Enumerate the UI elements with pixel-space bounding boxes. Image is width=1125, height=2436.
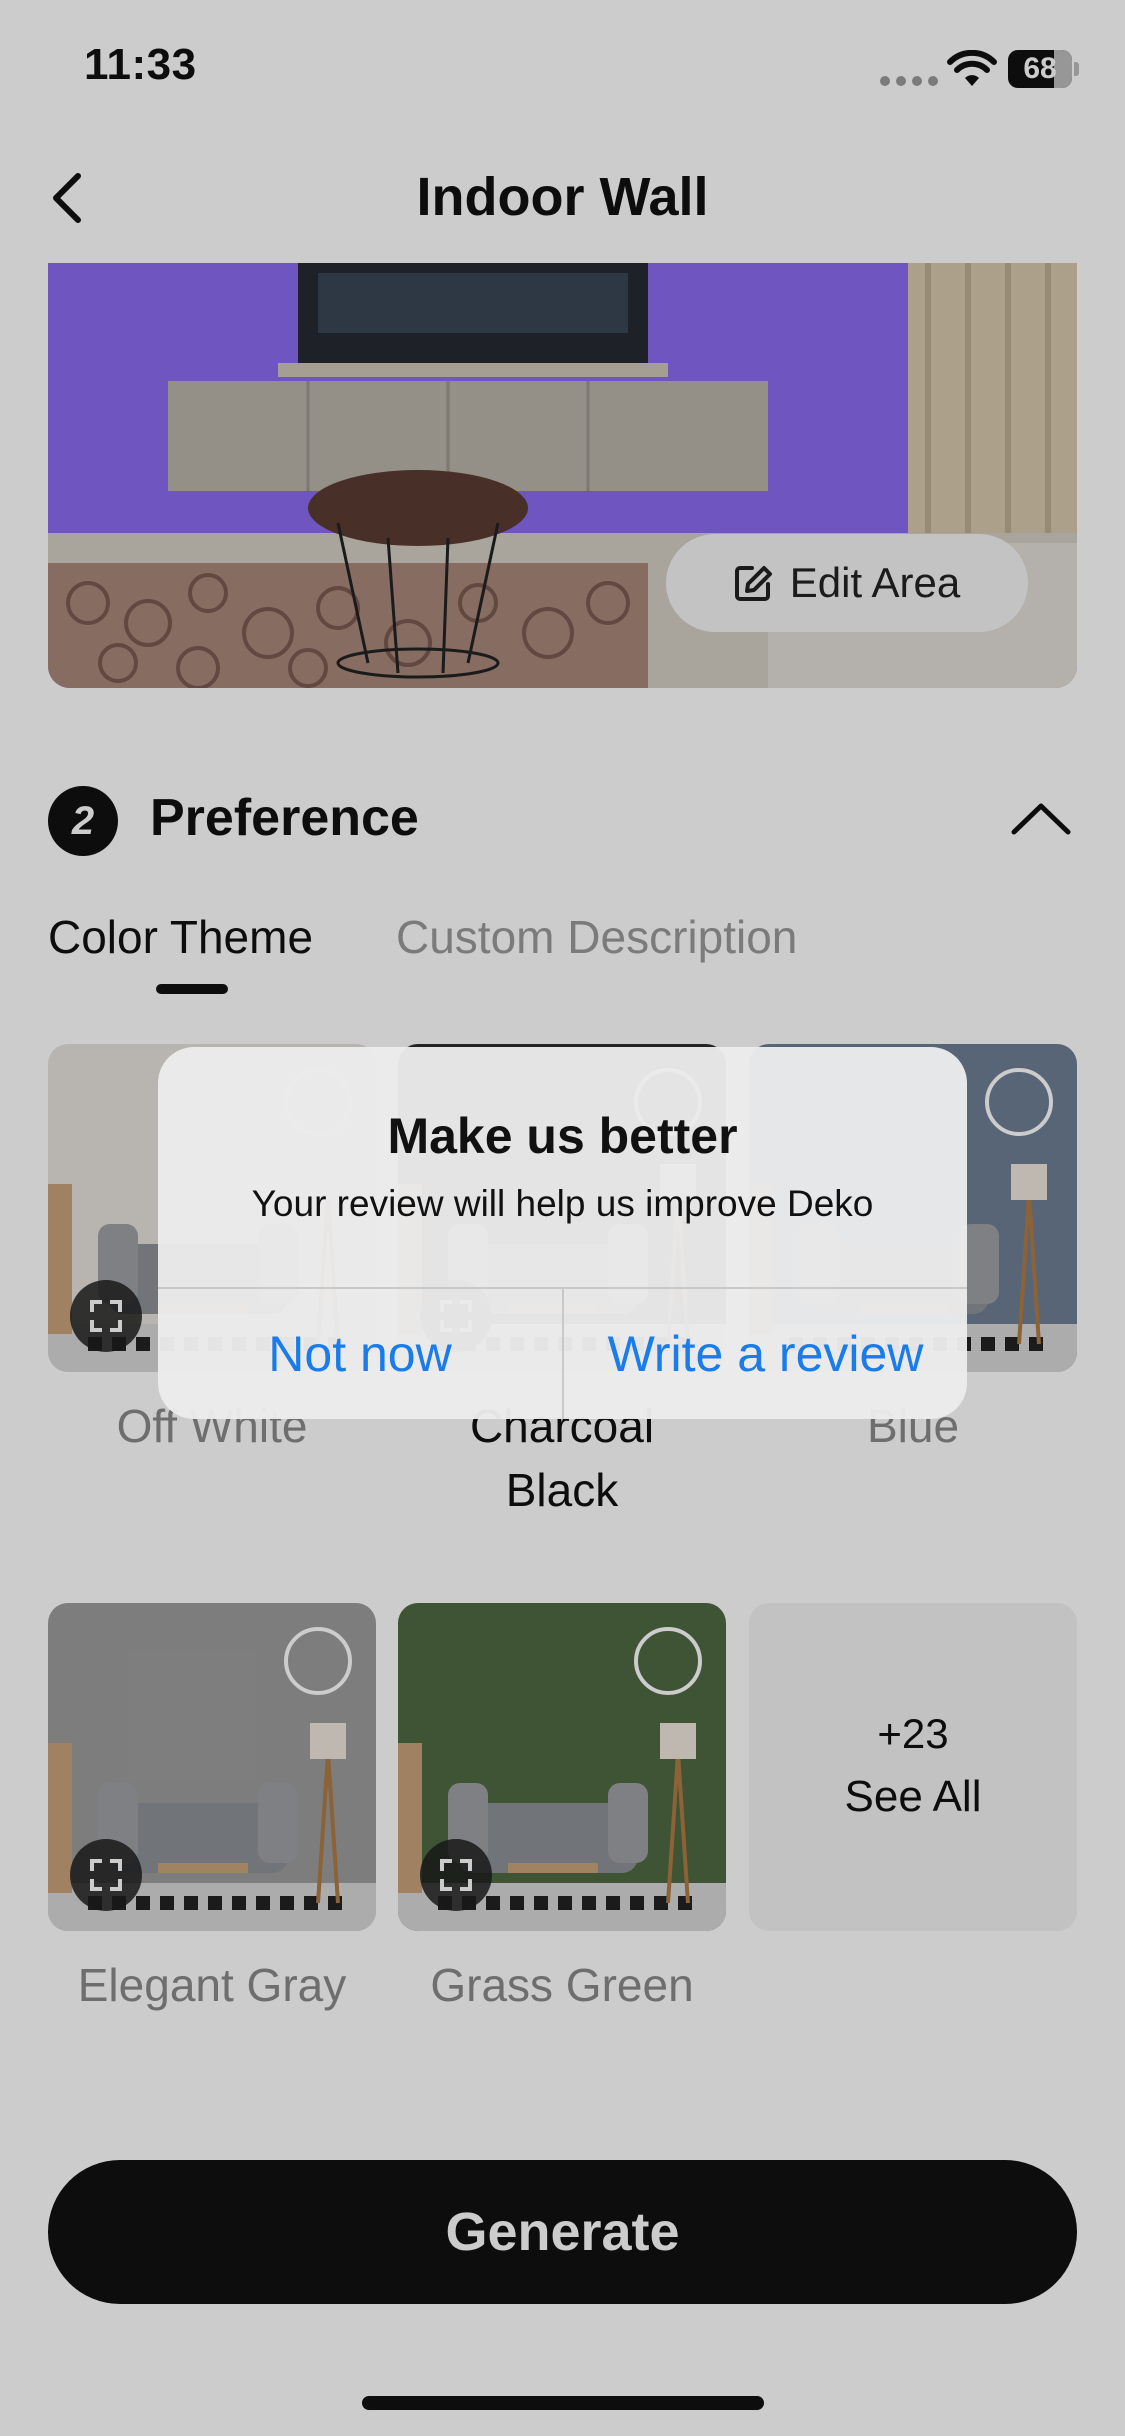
not-now-button[interactable]: Not now bbox=[158, 1289, 562, 1419]
dialog-message: Your review will help us improve Deko bbox=[251, 1183, 874, 1224]
review-dialog: Make us better Your review will help us … bbox=[158, 1047, 967, 1419]
app-screen: 11:33 68 Indoor Wall Edit Area 2 Prefere… bbox=[0, 0, 1125, 2436]
write-review-button[interactable]: Write a review bbox=[564, 1289, 967, 1419]
dialog-title: Make us better bbox=[387, 1108, 738, 1164]
